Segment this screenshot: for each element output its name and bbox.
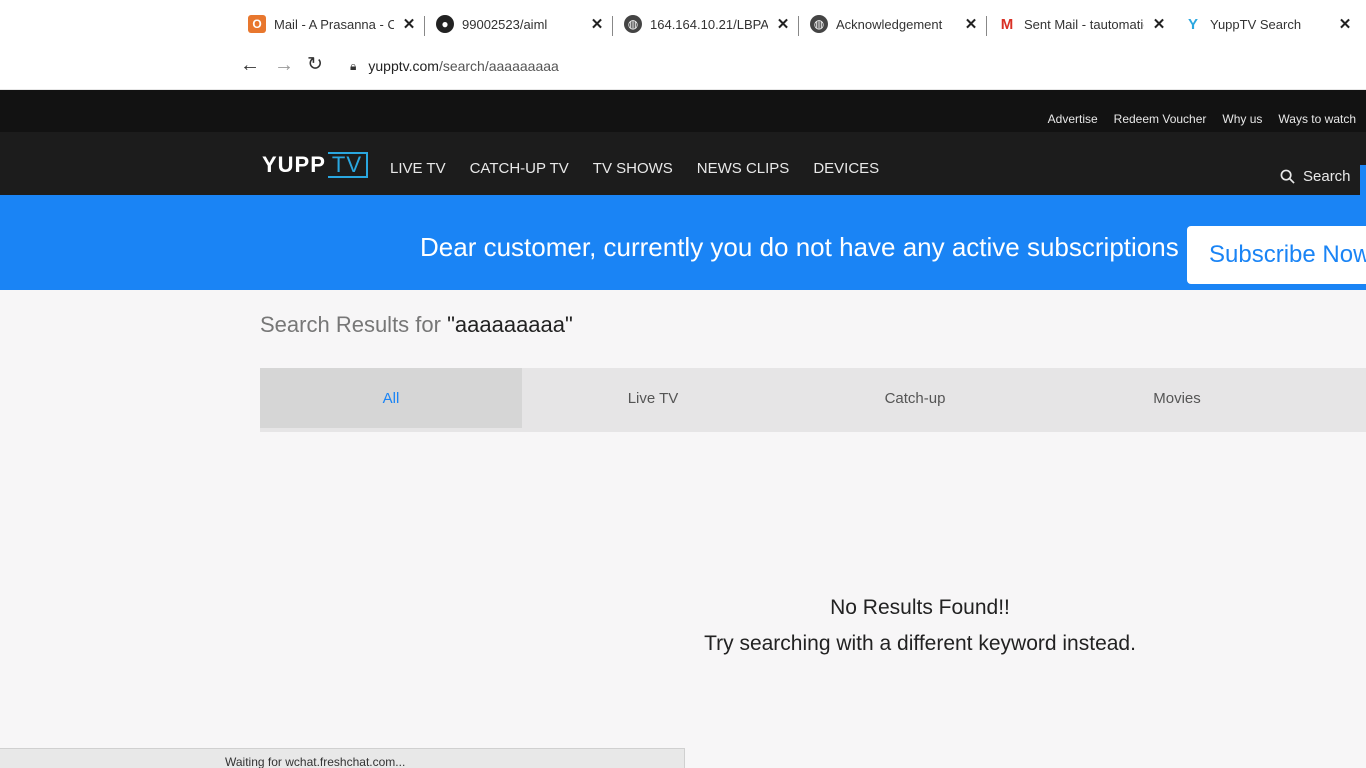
lock-icon: 🔒︎ <box>350 58 357 73</box>
menu-live-tv[interactable]: LIVE TV <box>390 160 446 177</box>
globe-icon: ◍ <box>810 15 828 33</box>
tab-label: Mail - A Prasanna - Ou <box>274 16 394 32</box>
forward-arrow-icon[interactable]: → <box>271 52 297 78</box>
tab-separator <box>424 16 425 36</box>
top-link-why-us[interactable]: Why us <box>1222 112 1262 126</box>
url-field[interactable]: 🔒︎ yupptv.com/search/aaaaaaaaa <box>350 58 559 74</box>
tab-live-tv[interactable]: Live TV <box>522 368 784 428</box>
no-results-hint: Try searching with a different keyword i… <box>704 632 1136 655</box>
no-results-message: No Results Found!! Try searching with a … <box>660 590 1180 662</box>
close-icon[interactable]: ✕ <box>1150 15 1168 33</box>
close-icon[interactable]: ✕ <box>400 15 418 33</box>
tab-separator <box>612 16 613 36</box>
outlook-icon: O <box>248 15 266 33</box>
tab-label: Acknowledgement <box>836 16 943 32</box>
subscribe-now-button[interactable]: Subscribe Now <box>1187 226 1366 284</box>
close-icon[interactable]: ✕ <box>588 15 606 33</box>
no-results-title: No Results Found!! <box>830 596 1010 619</box>
browser-tab-acknowledgement[interactable]: ◍ Acknowledgement ✕ <box>810 8 980 40</box>
top-links: Advertise Redeem Voucher Why us Ways to … <box>1048 112 1356 126</box>
sign-in-button[interactable] <box>1360 165 1366 197</box>
search-button[interactable]: Search <box>1280 168 1351 185</box>
browser-tab-gmail[interactable]: M Sent Mail - tautomatic ✕ <box>998 8 1168 40</box>
yupptv-logo[interactable]: YUPP TV <box>262 152 369 178</box>
github-icon: ● <box>436 15 454 33</box>
banner-message: Dear customer, currently you do not have… <box>420 232 1179 262</box>
tab-label: 164.164.10.21/LBPASPI <box>650 16 768 32</box>
menu-tv-shows[interactable]: TV SHOWS <box>593 160 673 177</box>
filter-tabs: All Live TV Catch-up Movies <box>260 368 1366 432</box>
logo-tv-text: TV <box>327 152 369 178</box>
search-query: "aaaaaaaaa" <box>447 312 573 337</box>
menu-devices[interactable]: DEVICES <box>813 160 879 177</box>
close-icon[interactable]: ✕ <box>774 15 792 33</box>
yupptv-icon: Y <box>1187 15 1198 33</box>
main-menu: LIVE TV CATCH-UP TV TV SHOWS NEWS CLIPS … <box>390 160 879 177</box>
back-arrow-icon[interactable]: ← <box>237 52 263 78</box>
browser-tab-yupptv[interactable]: Y YuppTV Search ✕ <box>1176 8 1362 40</box>
url-domain: yupptv.com <box>368 58 439 74</box>
search-icon <box>1280 169 1295 184</box>
browser-status-bar: Waiting for wchat.freshchat.com... <box>0 748 685 768</box>
menu-news-clips[interactable]: NEWS CLIPS <box>697 160 790 177</box>
address-bar <box>0 40 1366 90</box>
tab-label: YuppTV Search <box>1210 16 1302 32</box>
close-icon[interactable]: ✕ <box>1336 15 1354 33</box>
close-icon[interactable]: ✕ <box>962 15 980 33</box>
browser-tab-outlook[interactable]: O Mail - A Prasanna - Ou ✕ <box>248 8 418 40</box>
tab-separator <box>798 16 799 36</box>
results-heading-prefix: Search Results for <box>260 312 448 337</box>
gmail-icon: M <box>1000 15 1014 33</box>
globe-icon: ◍ <box>624 15 642 33</box>
menu-catch-up-tv[interactable]: CATCH-UP TV <box>470 160 569 177</box>
tab-movies[interactable]: Movies <box>1046 368 1308 428</box>
tab-catch-up[interactable]: Catch-up <box>784 368 1046 428</box>
tab-all[interactable]: All <box>260 368 522 428</box>
search-results-heading: Search Results for "aaaaaaaaa" <box>260 312 573 338</box>
top-link-advertise[interactable]: Advertise <box>1048 112 1098 126</box>
reload-icon[interactable]: ↻ <box>302 52 328 78</box>
logo-text: YUPP <box>262 152 326 177</box>
tab-separator <box>986 16 987 36</box>
tab-label: Sent Mail - tautomatic <box>1024 16 1144 32</box>
url-path: /search/aaaaaaaaa <box>438 58 559 74</box>
top-link-redeem-voucher[interactable]: Redeem Voucher <box>1114 112 1207 126</box>
browser-tab-strip: O Mail - A Prasanna - Ou ✕ ● 99002523/ai… <box>0 0 1366 40</box>
tab-label: 99002523/aiml <box>462 16 548 32</box>
browser-tab-github[interactable]: ● 99002523/aiml ✕ <box>436 8 606 40</box>
top-link-ways-to-watch[interactable]: Ways to watch <box>1278 112 1356 126</box>
browser-tab-lbpaspi[interactable]: ◍ 164.164.10.21/LBPASPI ✕ <box>624 8 792 40</box>
search-label: Search <box>1303 168 1351 185</box>
